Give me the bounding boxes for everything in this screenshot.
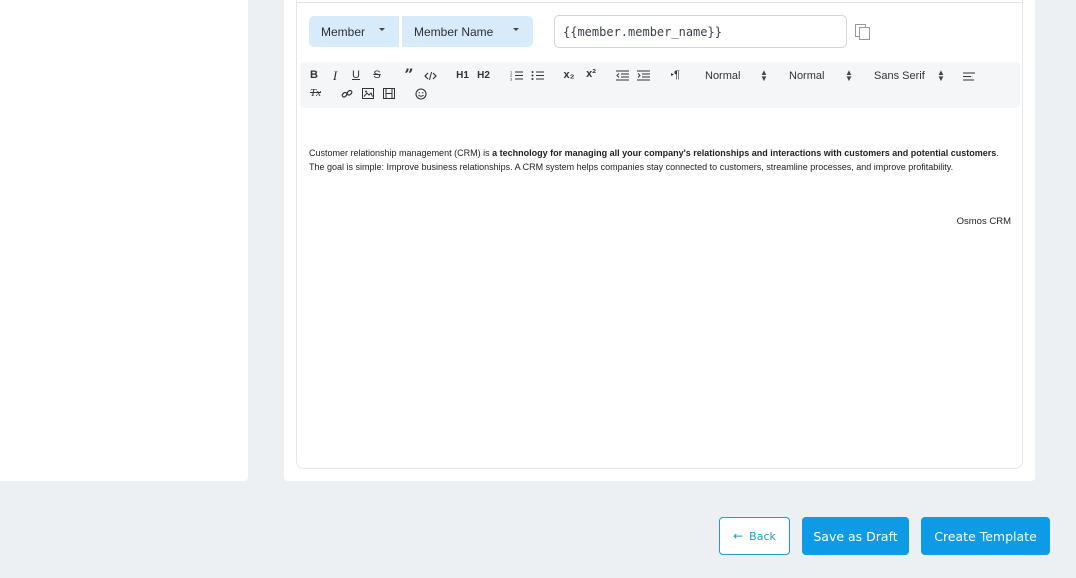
subscript-icon[interactable]: x₂ — [562, 69, 576, 82]
sort-arrows-icon: ▲ ▼ — [760, 68, 768, 83]
create-template-button[interactable]: Create Template — [921, 517, 1050, 555]
rtl-icon[interactable]: ▸ ¶ — [669, 69, 682, 82]
outdent-icon[interactable] — [616, 69, 629, 82]
video-icon[interactable] — [382, 87, 395, 100]
image-icon[interactable] — [361, 87, 374, 100]
underline-icon[interactable]: U — [351, 69, 361, 82]
header-select-value: Normal — [705, 70, 741, 82]
member-field-dropdown[interactable]: Member Name — [402, 16, 533, 47]
left-panel — [0, 0, 248, 481]
variable-field[interactable] — [554, 15, 847, 48]
size-select[interactable]: Normal ▲ ▼ — [789, 68, 853, 83]
bold-icon[interactable]: B — [309, 69, 319, 82]
font-select-value: Sans Serif — [874, 70, 925, 82]
editor-content[interactable]: Customer relationship management (CRM) i… — [309, 146, 1015, 174]
back-label: Back — [749, 529, 776, 543]
chevron-down-icon — [513, 28, 519, 31]
svg-text:3: 3 — [510, 77, 513, 82]
save-draft-button[interactable]: Save as Draft — [802, 517, 909, 555]
clean-format-icon[interactable]: Tx — [309, 87, 322, 100]
emoji-icon[interactable] — [414, 87, 427, 100]
member-group-dropdown[interactable]: Member — [309, 16, 399, 47]
paragraph-bold-text: a technology for managing all your compa… — [492, 148, 997, 158]
sort-arrows-icon: ▲ ▼ — [937, 68, 945, 83]
size-select-value: Normal — [789, 70, 825, 82]
back-button[interactable]: ← Back — [719, 517, 790, 555]
h2-icon[interactable]: H2 — [476, 69, 491, 82]
arrow-left-icon: ← — [733, 529, 744, 543]
italic-icon[interactable]: I — [330, 69, 340, 82]
quote-icon[interactable]: ” — [403, 67, 415, 83]
member-field-label: Member Name — [414, 24, 494, 39]
bullet-list-icon[interactable] — [531, 69, 544, 82]
superscript-icon[interactable]: x² — [584, 68, 598, 81]
signature-text: Osmos CRM — [956, 216, 1011, 227]
align-icon[interactable] — [963, 70, 976, 83]
code-icon[interactable] — [424, 69, 437, 82]
sort-arrows-icon: ▲ ▼ — [845, 68, 853, 83]
link-icon[interactable] — [340, 87, 353, 100]
indent-icon[interactable] — [637, 69, 650, 82]
paragraph-text: Customer relationship management (CRM) i… — [309, 148, 493, 158]
chevron-down-icon — [379, 28, 385, 31]
strike-icon[interactable]: S — [372, 69, 382, 82]
h1-icon[interactable]: H1 — [455, 69, 470, 82]
ordered-list-icon[interactable]: 123 — [510, 69, 523, 82]
member-group-label: Member — [321, 24, 366, 39]
header-select[interactable]: Normal ▲ ▼ — [705, 68, 768, 83]
copy-icon[interactable] — [855, 24, 871, 41]
divider — [297, 2, 1022, 3]
font-select[interactable]: Sans Serif ▲ ▼ — [874, 68, 945, 83]
